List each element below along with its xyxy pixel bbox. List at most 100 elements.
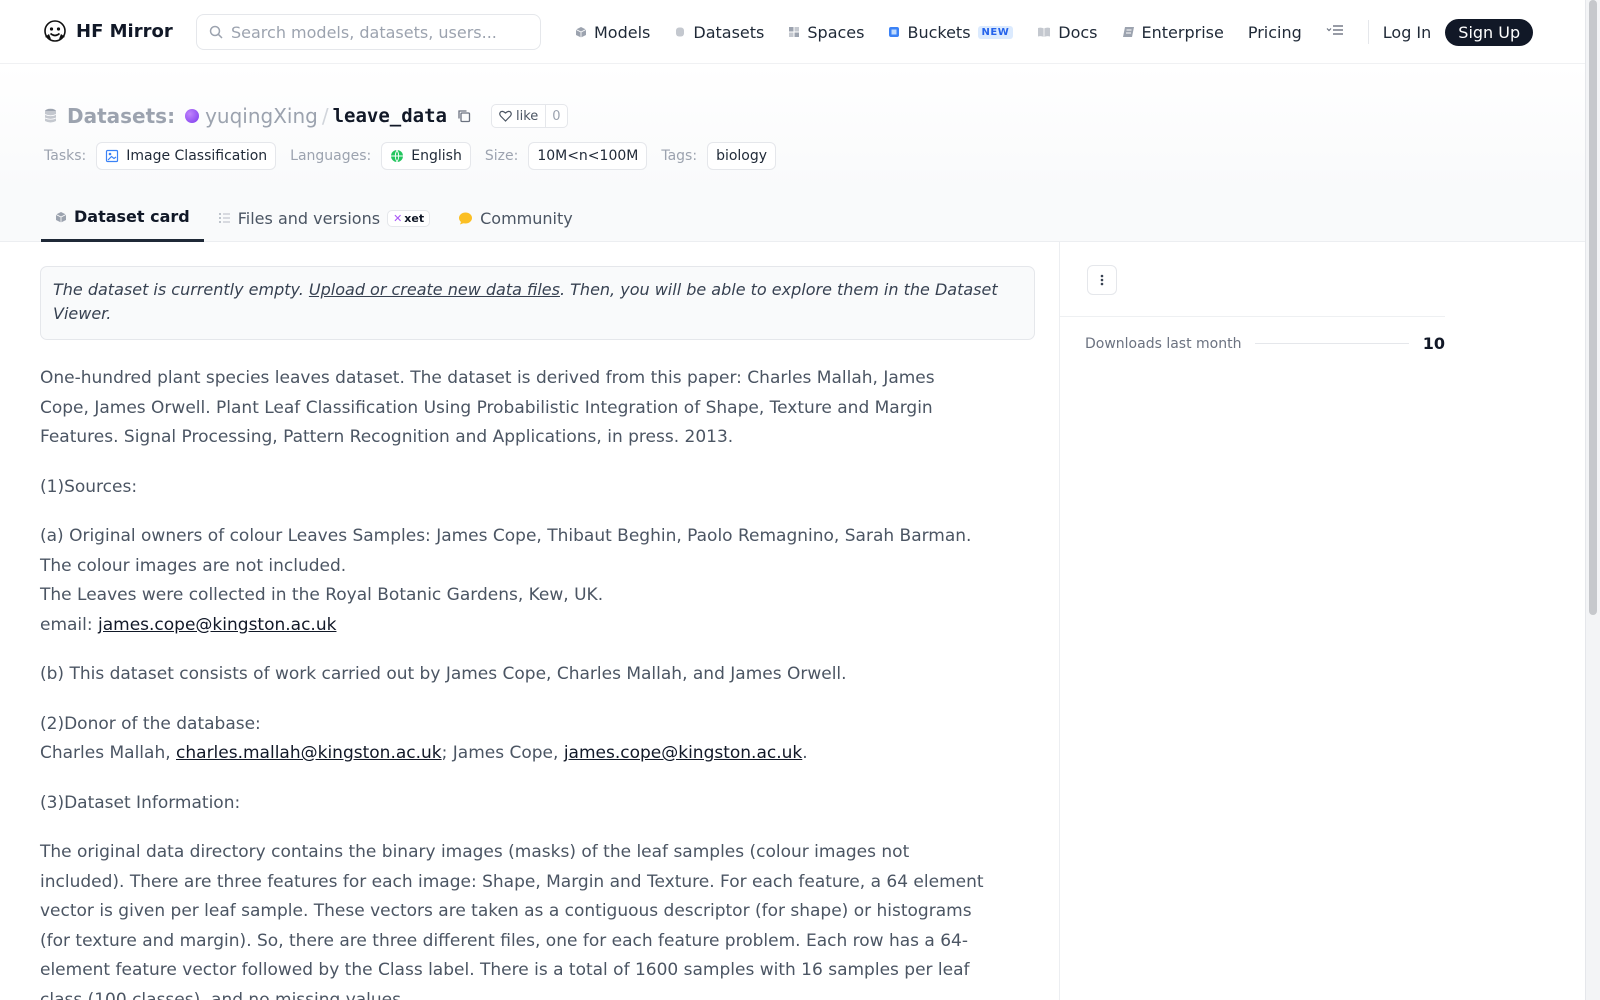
bucket-icon <box>889 27 900 37</box>
tab-community-label: Community <box>480 208 573 228</box>
nav-pricing[interactable]: Pricing <box>1248 23 1302 42</box>
size-tag-label: 10M<n<100M <box>537 148 639 164</box>
downloads-sparkline <box>1255 343 1409 344</box>
like-count[interactable]: 0 <box>545 105 566 127</box>
repo-tags: Tasks: Image Classification Languages: E… <box>44 142 790 170</box>
downloads-value: 10 <box>1422 334 1445 353</box>
repo-tabs: Dataset card Files and versions ✕ xet Co… <box>41 194 587 242</box>
nav-pricing-label: Pricing <box>1247 22 1302 42</box>
xet-badge-label: xet <box>404 211 425 225</box>
like-button[interactable]: like <box>492 105 545 127</box>
cube-icon <box>575 27 587 38</box>
page-scrollbar[interactable] <box>1585 0 1600 1000</box>
paragraph-dataset-info-heading: (3)Dataset Information: <box>40 792 241 813</box>
owners-line: (a) Original owners of colour Leaves Sam… <box>40 526 972 546</box>
colour-images-line: The colour images are not included. <box>40 555 347 576</box>
dataset-card-body: One-hundred plant species leaves dataset… <box>40 364 985 1000</box>
size-tag[interactable]: 10M<n<100M <box>528 142 648 170</box>
repo-title: Datasets: yuqingXing / leave_data like 0 <box>44 104 568 128</box>
paragraph-work-carried-out: (b) This dataset consists of work carrie… <box>40 664 847 684</box>
nav-enterprise[interactable]: Enterprise <box>1122 23 1224 42</box>
nav-datasets[interactable]: Datasets <box>674 23 764 42</box>
language-tag-label: English <box>411 148 462 164</box>
email-link-charles-mallah[interactable]: charles.mallah@kingston.ac.uk <box>176 743 442 763</box>
nav-buckets[interactable]: Buckets NEW <box>888 22 1014 42</box>
nav-buckets-label: Buckets <box>907 22 971 42</box>
search-icon <box>209 25 223 39</box>
cube-icon <box>55 211 67 222</box>
nav-docs[interactable]: Docs <box>1037 22 1098 42</box>
empty-dataset-notice: The dataset is currently empty. Upload o… <box>40 266 1035 340</box>
paragraph-dataset-info: The original data directory contains the… <box>40 842 984 1000</box>
enterprise-icon <box>1122 27 1134 37</box>
community-icon <box>459 212 473 224</box>
login-link[interactable]: Log In <box>1383 23 1432 42</box>
nav-models-label: Models <box>594 22 651 42</box>
scrollbar-thumb[interactable] <box>1589 0 1597 615</box>
language-tag-english[interactable]: English <box>381 142 471 170</box>
repo-name-link[interactable]: leave_data <box>333 105 447 127</box>
paragraph-intro: One-hundred plant species leaves dataset… <box>40 368 935 447</box>
downloads-stat: Downloads last month 10 <box>1085 334 1445 353</box>
nav-enterprise-label: Enterprise <box>1141 22 1224 42</box>
database-icon <box>44 108 57 123</box>
tasks-label: Tasks: <box>44 148 87 164</box>
downloads-label: Downloads last month <box>1085 335 1242 352</box>
donor-end: . <box>802 743 808 763</box>
top-navbar: HF Mirror Models Datasets Spaces Buckets… <box>0 0 1585 64</box>
heart-icon <box>499 110 512 122</box>
more-menu-button[interactable] <box>1326 24 1344 40</box>
tag-biology[interactable]: biology <box>707 142 777 170</box>
repo-type-label: Datasets: <box>67 104 176 128</box>
brand-link[interactable]: HF Mirror <box>42 18 173 44</box>
paragraph-original-owners: (a) Original owners of colour Leaves Sam… <box>40 522 985 640</box>
dataset-card: The dataset is currently empty. Upload o… <box>40 266 1035 1000</box>
upload-data-files-link[interactable]: Upload or create new data files <box>309 280 560 299</box>
collection-line: The Leaves were collected in the Royal B… <box>40 585 604 605</box>
search-box[interactable] <box>196 14 541 50</box>
main-nav: Models Datasets Spaces Buckets NEW Docs … <box>575 0 1534 64</box>
copy-icon[interactable] <box>457 109 471 123</box>
avatar <box>185 109 200 123</box>
repo-owner-link[interactable]: yuqingXing <box>205 104 318 128</box>
task-tag-label: Image Classification <box>126 148 268 164</box>
repo-sidebar: Downloads last month 10 <box>1059 242 1445 1000</box>
database-icon <box>676 27 685 37</box>
like-label: like <box>516 108 539 124</box>
image-classification-icon <box>106 149 119 163</box>
search-input[interactable] <box>231 22 531 42</box>
repo-header: Datasets: yuqingXing / leave_data like 0… <box>0 64 1585 242</box>
tab-files-and-versions[interactable]: Files and versions ✕ xet <box>204 194 444 242</box>
email-link-james-cope-2[interactable]: james.cope@kingston.ac.uk <box>564 743 802 763</box>
paragraph-sources-heading: (1)Sources: <box>40 476 138 497</box>
xet-badge: ✕ xet <box>387 209 431 227</box>
nav-models[interactable]: Models <box>575 23 650 42</box>
task-tag-image-classification[interactable]: Image Classification <box>96 142 277 170</box>
files-icon <box>218 213 230 223</box>
tab-community[interactable]: Community <box>444 194 587 242</box>
book-icon <box>1038 27 1051 37</box>
tab-dataset-card[interactable]: Dataset card <box>41 194 204 242</box>
repo-path-separator: / <box>321 104 329 128</box>
kebab-menu-icon <box>1100 274 1104 286</box>
languages-label: Languages: <box>290 148 372 164</box>
tab-dataset-card-label: Dataset card <box>74 207 190 226</box>
signup-button[interactable]: Sign Up <box>1445 18 1534 46</box>
nav-datasets-label: Datasets <box>693 22 765 42</box>
email-label: email: <box>40 614 99 635</box>
donor-name-1: Charles Mallah, <box>40 743 177 763</box>
new-badge: NEW <box>977 25 1014 39</box>
tags-label: Tags: <box>661 148 698 164</box>
options-menu-button[interactable] <box>1087 265 1117 295</box>
nav-spaces-label: Spaces <box>807 22 865 42</box>
nav-docs-label: Docs <box>1058 22 1098 42</box>
sidebar-divider <box>1060 316 1445 317</box>
donor-name-2: ; James Cope, <box>441 743 564 763</box>
hugging-face-logo-icon <box>44 20 66 42</box>
email-link-james-cope[interactable]: james.cope@kingston.ac.uk <box>98 615 336 635</box>
tab-files-label: Files and versions <box>237 208 381 228</box>
donor-heading: (2)Donor of the database: <box>40 713 261 734</box>
xet-icon: ✕ <box>393 211 403 225</box>
nav-spaces[interactable]: Spaces <box>788 23 864 42</box>
globe-icon <box>391 149 404 163</box>
